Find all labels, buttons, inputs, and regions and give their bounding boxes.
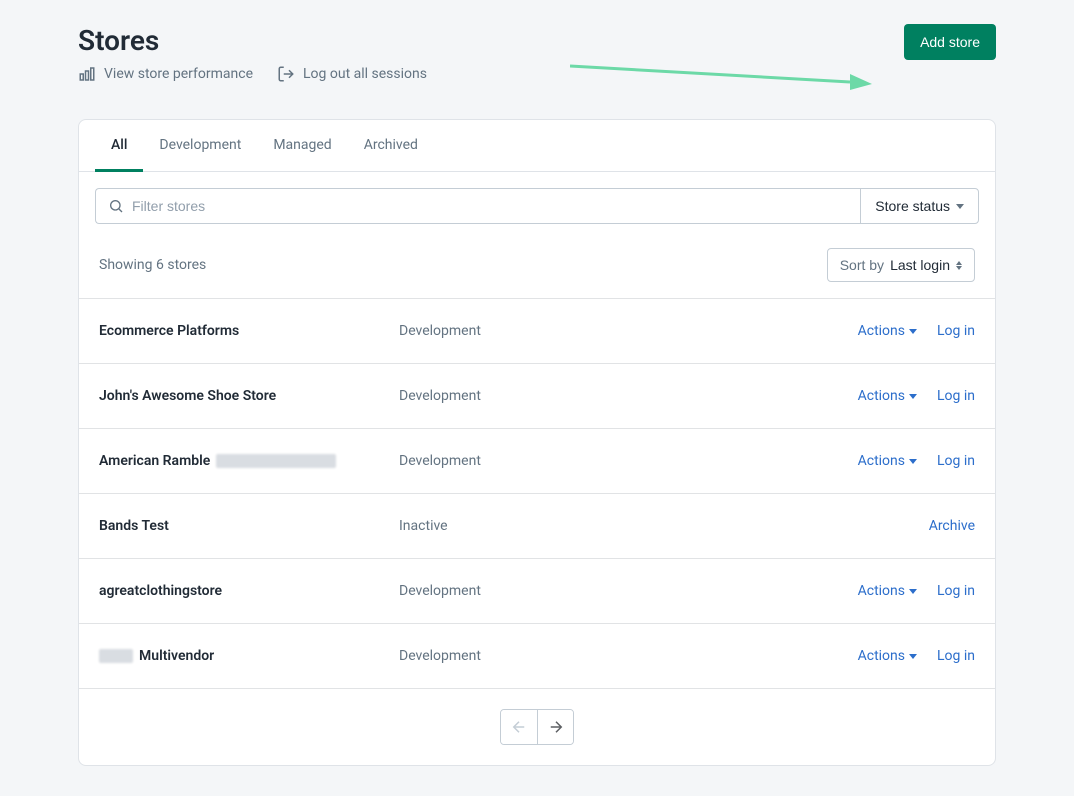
chevron-down-icon	[909, 589, 917, 594]
chevron-down-icon	[909, 394, 917, 399]
store-status: Development	[399, 453, 481, 469]
login-link[interactable]: Log in	[937, 323, 975, 339]
actions-label: Actions	[858, 388, 905, 404]
page-controls	[500, 709, 574, 745]
store-row-left: Multivendor Development	[99, 648, 858, 664]
actions-label: Actions	[858, 648, 905, 664]
stores-card: All Development Managed Archived Store s…	[78, 119, 996, 766]
store-row-right: Archive	[929, 518, 975, 534]
page-header: Stores View store performance Log out al…	[78, 24, 996, 83]
actions-dropdown[interactable]: Actions	[858, 583, 917, 599]
tab-archived[interactable]: Archived	[348, 121, 434, 172]
store-name-text: Ecommerce Platforms	[99, 323, 239, 339]
add-store-button[interactable]: Add store	[904, 24, 996, 60]
store-status: Development	[399, 583, 481, 599]
view-performance-link[interactable]: View store performance	[78, 65, 253, 83]
store-row-right: Actions Log in	[858, 388, 975, 404]
store-row: John's Awesome Shoe Store Development Acti…	[79, 363, 995, 428]
sort-prefix: Sort by	[840, 257, 884, 273]
header-links: View store performance Log out all sessi…	[78, 65, 427, 83]
search-icon	[108, 198, 124, 214]
store-row-left: agreatclothingstore Development	[99, 583, 858, 599]
store-row-left: Ecommerce Platforms Development	[99, 323, 858, 339]
store-name-text: John's Awesome Shoe Store	[99, 388, 276, 404]
login-link[interactable]: Log in	[937, 648, 975, 664]
page-title: Stores	[78, 24, 427, 57]
filter-row: Store status	[79, 172, 995, 240]
store-row: Multivendor Development Actions Log in	[79, 623, 995, 688]
store-name[interactable]: agreatclothingstore	[99, 583, 359, 599]
actions-label: Actions	[858, 453, 905, 469]
redacted-text	[216, 454, 336, 468]
actions-dropdown[interactable]: Actions	[858, 648, 917, 664]
store-row: Ecommerce Platforms Development Actions Log…	[79, 298, 995, 363]
chevron-down-icon	[909, 459, 917, 464]
login-link[interactable]: Log in	[937, 388, 975, 404]
search-wrap[interactable]	[95, 188, 860, 224]
store-name[interactable]: Bands Test	[99, 518, 359, 534]
store-name[interactable]: Ecommerce Platforms	[99, 323, 359, 339]
login-link[interactable]: Log in	[937, 453, 975, 469]
store-row: American Ramble Development Actions Log in	[79, 428, 995, 493]
sort-arrows-icon	[956, 261, 962, 270]
store-name-text: Multivendor	[139, 648, 214, 664]
bar-chart-icon	[78, 65, 96, 83]
store-row-right: Actions Log in	[858, 583, 975, 599]
store-status-label: Store status	[875, 198, 950, 214]
tab-development[interactable]: Development	[143, 121, 257, 172]
logout-sessions-label: Log out all sessions	[303, 66, 427, 82]
store-status-dropdown[interactable]: Store status	[860, 188, 979, 224]
chevron-down-icon	[956, 204, 964, 209]
logout-icon	[277, 65, 295, 83]
tab-all[interactable]: All	[95, 121, 143, 172]
store-list: Ecommerce Platforms Development Actions Log…	[79, 298, 995, 688]
store-row: Bands Test Inactive Archive	[79, 493, 995, 558]
next-page-button[interactable]	[537, 710, 573, 744]
actions-dropdown[interactable]: Actions	[858, 323, 917, 339]
logout-sessions-link[interactable]: Log out all sessions	[277, 65, 427, 83]
sort-value: Last login	[890, 257, 950, 273]
redacted-text	[99, 649, 133, 663]
store-status: Development	[399, 648, 481, 664]
view-performance-label: View store performance	[104, 66, 253, 82]
pagination	[79, 688, 995, 765]
store-row-left: Bands Test Inactive	[99, 518, 929, 534]
login-link[interactable]: Log in	[937, 583, 975, 599]
store-row-right: Actions Log in	[858, 453, 975, 469]
tabs: All Development Managed Archived	[79, 120, 995, 172]
store-row-left: John's Awesome Shoe Store Development	[99, 388, 858, 404]
archive-link[interactable]: Archive	[929, 518, 975, 534]
store-row-right: Actions Log in	[858, 648, 975, 664]
tab-managed[interactable]: Managed	[257, 121, 347, 172]
sort-dropdown[interactable]: Sort by Last login	[827, 248, 975, 282]
store-name-text: American Ramble	[99, 453, 210, 469]
prev-page-button[interactable]	[501, 710, 537, 744]
arrow-left-icon	[510, 718, 528, 736]
store-name-text: agreatclothingstore	[99, 583, 222, 599]
chevron-down-icon	[909, 329, 917, 334]
store-row-left: American Ramble Development	[99, 453, 858, 469]
chevron-down-icon	[909, 654, 917, 659]
showing-count: Showing 6 stores	[99, 257, 206, 273]
page-header-left: Stores View store performance Log out al…	[78, 24, 427, 83]
actions-label: Actions	[858, 583, 905, 599]
store-name[interactable]: Multivendor	[99, 648, 359, 664]
store-name[interactable]: American Ramble	[99, 453, 359, 469]
store-status: Development	[399, 323, 481, 339]
search-input[interactable]	[132, 198, 848, 214]
store-status: Development	[399, 388, 481, 404]
store-name-text: Bands Test	[99, 518, 169, 534]
store-name[interactable]: John's Awesome Shoe Store	[99, 388, 359, 404]
meta-row: Showing 6 stores Sort by Last login	[79, 240, 995, 298]
actions-label: Actions	[858, 323, 905, 339]
annotation-arrow	[570, 54, 880, 94]
arrow-right-icon	[547, 718, 565, 736]
actions-dropdown[interactable]: Actions	[858, 453, 917, 469]
store-row-right: Actions Log in	[858, 323, 975, 339]
actions-dropdown[interactable]: Actions	[858, 388, 917, 404]
store-row: agreatclothingstore Development Actions Log…	[79, 558, 995, 623]
store-status: Inactive	[399, 518, 448, 534]
